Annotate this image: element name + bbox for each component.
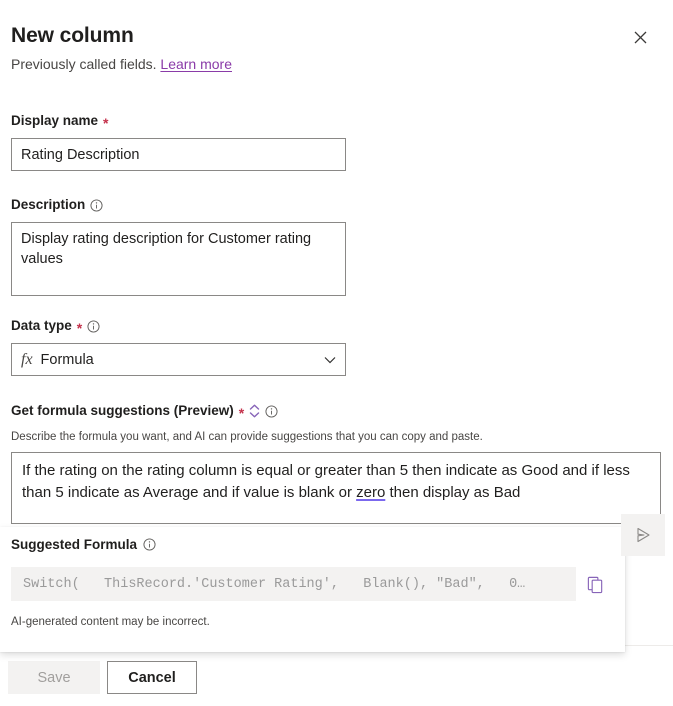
required-asterisk: * [103,116,108,130]
save-button[interactable]: Save [8,661,100,694]
send-icon[interactable] [621,514,665,556]
description-field-group: Description [11,196,346,296]
description-textarea[interactable] [11,222,346,296]
formula-suggestions-label-text: Get formula suggestions (Preview) [11,402,234,420]
panel-header: New column Previously called fields. Lea… [11,22,662,74]
new-column-panel: New column Previously called fields. Lea… [0,0,673,706]
copy-icon[interactable] [576,567,614,601]
info-icon[interactable] [143,538,156,551]
info-icon[interactable] [87,320,100,333]
display-name-label-text: Display name [11,112,98,130]
formula-helper-text: Describe the formula you want, and AI ca… [11,430,661,445]
required-asterisk: * [239,406,244,420]
ai-disclaimer: AI-generated content may be incorrect. [11,616,210,628]
fx-icon: fx [21,351,33,369]
cancel-button[interactable]: Cancel [107,661,197,694]
data-type-field-group: Data type * fx Formula [11,317,346,376]
description-label-text: Description [11,196,85,214]
display-name-field-group: Display name * [11,112,346,171]
suggested-formula-box[interactable]: Switch( ThisRecord.'Customer Rating', Bl… [11,567,576,601]
prompt-text-part2: then display as Bad [385,484,520,501]
suggested-formula-label: Suggested Formula [11,537,156,552]
display-name-input[interactable] [11,138,346,171]
prompt-text-part1: If the rating on the rating column is eq… [22,462,630,501]
suggested-formula-row: Switch( ThisRecord.'Customer Rating', Bl… [11,567,615,601]
chevron-down-icon [324,351,336,369]
learn-more-link[interactable]: Learn more [160,56,232,72]
description-label: Description [11,196,346,214]
suggested-formula-card: Suggested Formula Switch( ThisRecord.'Cu… [0,527,625,652]
info-icon[interactable] [90,199,103,212]
data-type-dropdown[interactable]: fx Formula [11,343,346,376]
prompt-misspelled-word: zero [356,484,385,501]
suggested-formula-text: Switch( ThisRecord.'Customer Rating', Bl… [23,577,525,592]
prompt-wrapper: If the rating on the rating column is eq… [11,452,661,524]
suggested-formula-label-text: Suggested Formula [11,537,137,552]
formula-suggestions-label: Get formula suggestions (Preview) * [11,402,661,420]
info-icon[interactable] [265,405,278,418]
display-name-label: Display name * [11,112,346,130]
page-title: New column [11,22,662,50]
subtitle-text: Previously called fields. [11,56,157,72]
formula-suggestions-group: Get formula suggestions (Preview) * Desc… [11,402,661,524]
chevron-up-down-icon[interactable] [249,404,260,418]
close-icon[interactable] [627,24,653,50]
data-type-label: Data type * [11,317,346,335]
required-asterisk: * [77,321,82,335]
formula-prompt-input[interactable]: If the rating on the rating column is eq… [11,452,661,524]
panel-subtitle: Previously called fields. Learn more [11,55,662,74]
data-type-label-text: Data type [11,317,72,335]
data-type-selected-value: Formula [41,352,94,368]
